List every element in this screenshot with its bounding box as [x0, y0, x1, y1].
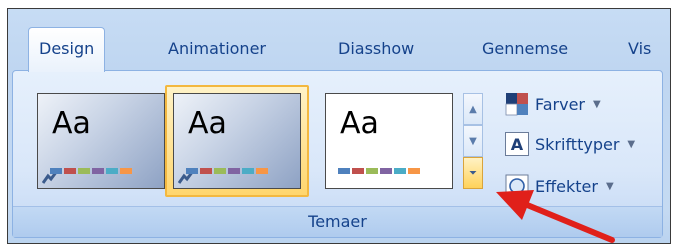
theme-swatches	[338, 168, 420, 174]
dropdown-arrow-icon: ▼	[593, 98, 601, 110]
color-swatch	[120, 168, 132, 174]
color-swatch	[228, 168, 240, 174]
farver-label: Farver	[535, 94, 586, 114]
chevron-up-icon: ▲	[469, 103, 477, 115]
font-icon: A	[505, 132, 529, 156]
color-swatch	[214, 168, 226, 174]
skrifttyper-button[interactable]: A Skrifttyper ▼	[505, 129, 635, 159]
chevron-down-icon: ▼	[469, 135, 477, 147]
dropdown-arrow-icon: ▼	[627, 138, 636, 150]
color-swatch	[106, 168, 118, 174]
theme-swatches	[186, 168, 268, 174]
color-swatch	[408, 168, 420, 174]
tab-gennemse[interactable]: Gennemse	[474, 35, 576, 63]
more-dropdown-icon: ⏷	[469, 167, 477, 179]
tab-vis[interactable]: Vis	[620, 35, 659, 63]
theme-preview-text: Aa	[52, 106, 91, 141]
theme-thumbnail-3[interactable]: Aa	[325, 93, 453, 189]
color-swatch	[78, 168, 90, 174]
color-swatch	[64, 168, 76, 174]
theme-thumbnail-1[interactable]: Aa	[37, 93, 165, 189]
color-swatch	[256, 168, 268, 174]
tab-animationer[interactable]: Animationer	[160, 35, 274, 63]
color-swatch	[380, 168, 392, 174]
theme-swatches	[50, 168, 132, 174]
theme-preview-text: Aa	[188, 106, 227, 141]
color-palette-icon	[505, 93, 528, 116]
color-swatch	[338, 168, 350, 174]
color-swatch	[352, 168, 364, 174]
color-swatch	[200, 168, 212, 174]
tab-diasshow[interactable]: Diasshow	[330, 35, 422, 63]
tab-design[interactable]: Design	[28, 27, 106, 72]
color-swatch	[186, 168, 198, 174]
theme-preview-text: Aa	[340, 106, 379, 141]
color-swatch	[366, 168, 378, 174]
theme-selection-frame[interactable]: Aa	[165, 85, 309, 197]
color-swatch	[50, 168, 62, 174]
red-arrow-annotation	[496, 190, 615, 243]
color-swatch	[394, 168, 406, 174]
gallery-scroll-down-button[interactable]: ▼	[463, 125, 483, 157]
theme-thumbnail-2[interactable]: Aa	[173, 93, 301, 189]
skrifttyper-label: Skrifttyper	[535, 134, 620, 154]
farver-button[interactable]: Farver ▼	[505, 89, 601, 119]
ribbon-tabs: Design Animationer Diasshow Gennemse Vis	[8, 9, 670, 73]
gallery-more-button[interactable]: ⏷	[463, 157, 483, 189]
gallery-scroll-up-button[interactable]: ▲	[463, 93, 483, 125]
color-swatch	[242, 168, 254, 174]
color-swatch	[92, 168, 104, 174]
